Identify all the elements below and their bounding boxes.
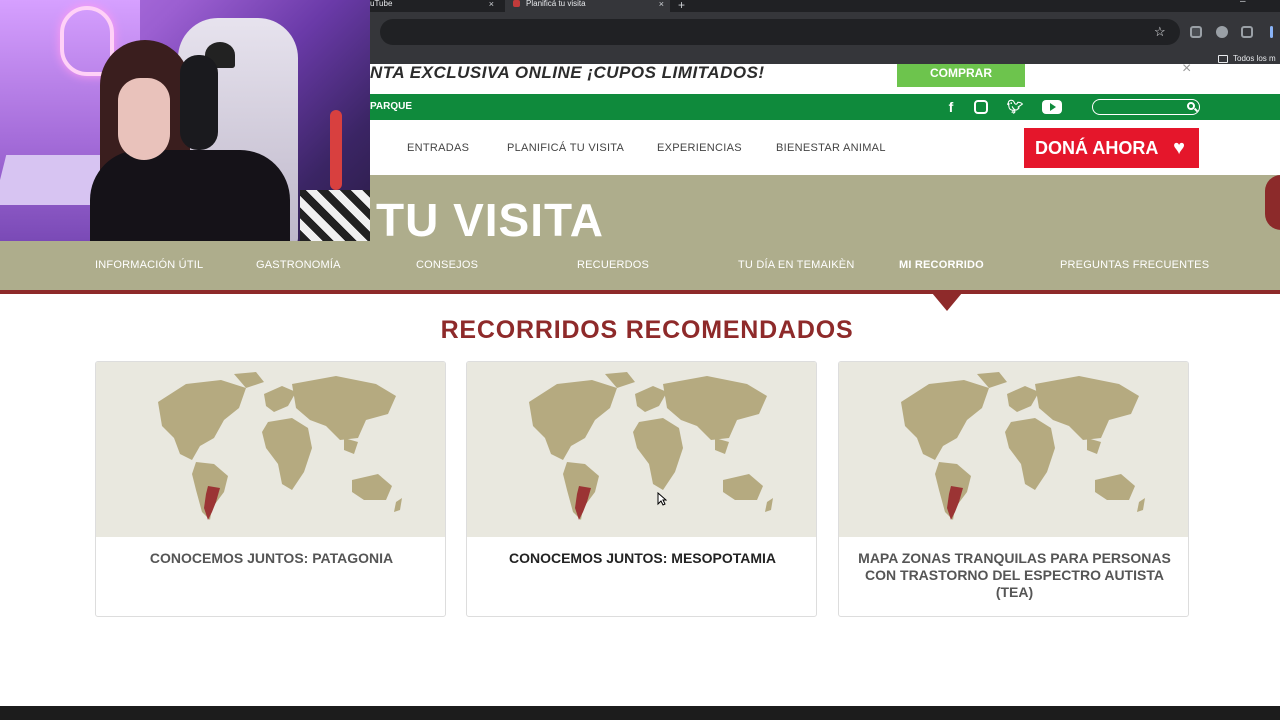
page-title: TU VISITA [376,194,604,246]
webcam-overlay [0,0,370,241]
streamer-face [118,78,170,160]
subnav-tu-dia[interactable]: TU DÍA EN TEMAIKÈN [738,259,854,271]
world-map-icon [839,362,1188,537]
tab-youtube[interactable]: uTube × [370,0,500,12]
route-card-patagonia[interactable]: CONOCEMOS JUNTOS: PATAGONIA [95,361,446,617]
instagram-icon[interactable] [974,100,988,114]
heart-icon: ♥ [1173,137,1185,159]
card-label: MAPA ZONAS TRANQUILAS PARA PERSONAS CON … [858,550,1171,600]
temaiken-favicon-icon [513,0,520,7]
tab-planifica[interactable]: Planificá tu visita × [505,0,670,12]
buy-tickets-button[interactable]: COMPRAR ENTRADAS [897,64,1025,94]
subnav-gastronomia[interactable]: GASTRONOMÍA [256,259,341,271]
close-icon[interactable]: × [1182,64,1191,78]
star-icon[interactable]: ☆ [1154,24,1166,40]
hero-divider [0,290,1280,294]
section-title: RECORRIDOS RECOMENDADOS [440,316,854,344]
bookmarks-folder-label: Todos los m [1233,54,1276,63]
checkered-rug [300,190,370,241]
mouse-cursor-icon [657,491,668,509]
nav-experiencias[interactable]: EXPERIENCIAS [657,142,742,154]
nav-entradas[interactable]: ENTRADAS [407,142,469,154]
facebook-icon[interactable]: f [945,98,957,116]
streamer-body [90,150,290,241]
nav-planifica[interactable]: PLANIFICÁ TU VISITA [507,142,624,154]
side-floating-tab[interactable] [1265,175,1280,230]
headset [180,55,218,150]
search-icon[interactable] [1187,102,1195,110]
park-link[interactable]: PARQUE [370,101,412,112]
tab-youtube-label: uTube [370,0,393,8]
top-green-bar: PARQUE f 🐦︎ [370,94,1280,120]
extension-icon[interactable] [1190,26,1202,38]
subnav-mi-recorrido[interactable]: MI RECORRIDO [899,259,984,271]
route-card-tea[interactable]: MAPA ZONAS TRANQUILAS PARA PERSONAS CON … [838,361,1189,617]
subnav-consejos[interactable]: CONSEJOS [416,259,478,271]
extension-icon[interactable] [1216,26,1228,38]
world-map-icon [467,362,816,537]
active-subnav-pointer [932,293,962,311]
page-footer [0,706,1280,720]
tab-close-icon[interactable]: × [489,0,494,9]
tab-close-icon[interactable]: × [659,0,664,9]
nav-bienestar[interactable]: BIENESTAR ANIMAL [776,142,886,154]
subnav-preguntas[interactable]: PREGUNTAS FRECUENTES [1060,259,1209,271]
youtube-icon[interactable] [1042,100,1062,114]
profile-icon[interactable] [1270,26,1273,38]
world-map-icon [96,362,445,537]
new-tab-icon[interactable]: + [678,0,685,12]
donate-label: DONÁ AHORA [1035,138,1159,158]
promo-text: NTA EXCLUSIVA ONLINE ¡CUPOS LIMITADOS! [370,64,765,82]
scooter [330,110,342,190]
folder-icon [1218,54,1228,63]
main-nav: ENTRADAS PLANIFICÁ TU VISITA EXPERIENCIA… [370,120,1280,175]
tab-planifica-label: Planificá tu visita [526,0,586,8]
search-input[interactable] [1092,99,1200,115]
donate-button[interactable]: DONÁ AHORA ♥ [1024,128,1199,168]
window-minimize-icon[interactable]: – [1240,0,1246,7]
card-label: CONOCEMOS JUNTOS: PATAGONIA [149,550,394,566]
route-card-mesopotamia[interactable]: CONOCEMOS JUNTOS: MESOPOTAMIA [466,361,817,617]
card-label: CONOCEMOS JUNTOS: MESOPOTAMIA [508,550,777,566]
extensions-puzzle-icon[interactable] [1241,26,1253,38]
subnav-informacion[interactable]: INFORMACIÓN ÚTIL [95,259,203,271]
subnav-recuerdos[interactable]: RECUERDOS [577,259,649,271]
twitter-icon[interactable]: 🐦︎ [1006,98,1024,116]
omnibox[interactable] [380,19,1180,45]
bookmarks-folder[interactable]: Todos los m [1218,54,1276,63]
promo-banner: NTA EXCLUSIVA ONLINE ¡CUPOS LIMITADOS! C… [370,64,1280,94]
